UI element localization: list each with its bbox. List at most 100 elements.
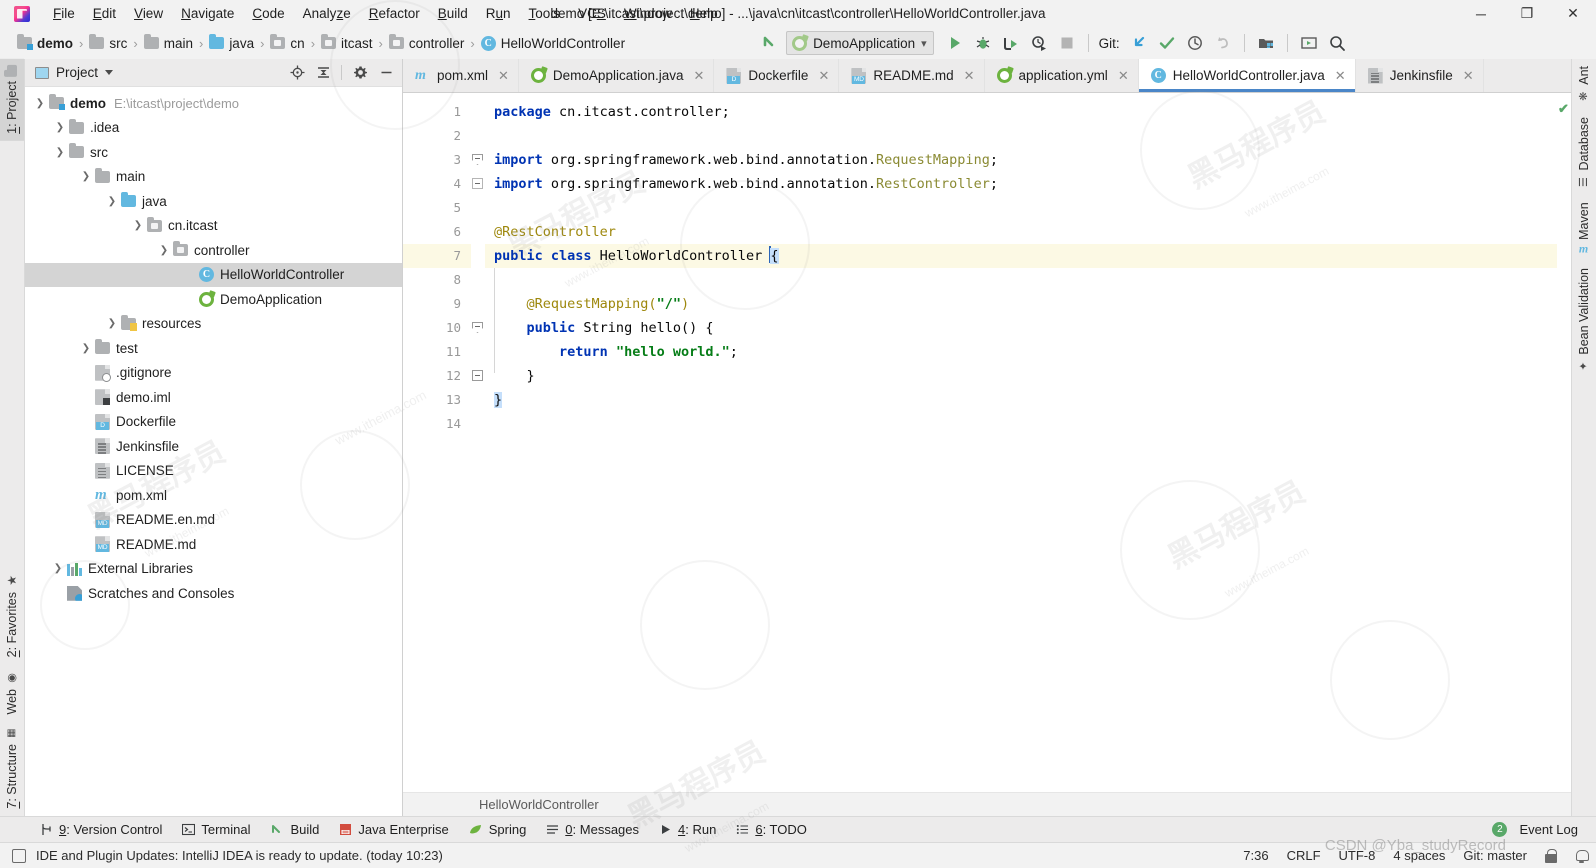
tree-item-test[interactable]: ❯ test (25, 336, 402, 361)
fold-imports[interactable] (471, 148, 485, 172)
menu-help[interactable]: Help (681, 3, 727, 24)
tree-item-demo-iml[interactable]: demo.iml (25, 385, 402, 410)
project-tree[interactable]: ❯ demo E:\itcast\project\demo ❯ .idea ❯ … (25, 87, 402, 816)
tree-item-src[interactable]: ❯ src (25, 140, 402, 165)
toolwindow-event-log[interactable]: 2 Event Log (1482, 819, 1578, 840)
profile-button[interactable] (1026, 31, 1052, 55)
run-with-coverage-button[interactable] (998, 31, 1024, 55)
git-branch[interactable]: Git: master (1463, 848, 1527, 863)
toolwindow-terminal[interactable]: Terminal (172, 819, 260, 840)
close-icon[interactable]: ✕ (694, 68, 705, 84)
chevron-down-icon[interactable]: ❯ (51, 147, 69, 158)
tab-helloworldcontroller-java[interactable]: C HelloWorldController.java ✕ (1138, 59, 1356, 92)
project-panel-title[interactable]: Project (35, 65, 114, 80)
tab-dockerfile[interactable]: D Dockerfile ✕ (714, 59, 840, 92)
search-everywhere-icon[interactable] (1324, 31, 1350, 55)
locate-icon[interactable] (285, 62, 309, 84)
fold-method[interactable] (471, 316, 485, 340)
toolwindow-todo[interactable]: 6: TODO (726, 819, 817, 840)
menu-run[interactable]: Run (477, 3, 520, 24)
chevron-right-icon[interactable]: ❯ (51, 122, 69, 133)
close-icon[interactable]: ✕ (1463, 68, 1474, 84)
code-editor[interactable]: 1 2 3 4 5 6 7 8 9 10 11 12 13 14 package… (403, 93, 1571, 792)
git-rollback-icon[interactable] (1210, 31, 1236, 55)
menu-edit[interactable]: Edit (84, 3, 125, 24)
menu-view[interactable]: View (125, 3, 172, 24)
toolwindow-build[interactable]: Build (260, 819, 329, 840)
chevron-right-icon[interactable]: ❯ (77, 343, 95, 354)
chevron-down-icon[interactable]: ❯ (103, 196, 121, 207)
indent-setting[interactable]: 4 spaces (1393, 848, 1445, 863)
menu-vcs[interactable]: VCS (569, 3, 615, 24)
tree-item-controller[interactable]: ❯ controller (25, 238, 402, 263)
close-icon[interactable]: ✕ (1335, 68, 1346, 84)
close-button[interactable]: ✕ (1550, 0, 1596, 27)
tab-demoapplication-java[interactable]: DemoApplication.java ✕ (518, 59, 715, 92)
stripe-button-web[interactable]: Web ◉ (0, 664, 24, 721)
toolwindow-version-control[interactable]: 9: Version Control (30, 819, 172, 840)
tree-item-external-libraries[interactable]: ❯ External Libraries (25, 557, 402, 582)
breadcrumb-src[interactable]: src (86, 34, 130, 53)
tree-item-demoapplication[interactable]: DemoApplication (25, 287, 402, 312)
code-folding-gutter[interactable] (471, 93, 485, 792)
breadcrumb-helloworldcontroller[interactable]: C HelloWorldController (478, 34, 628, 53)
chevron-right-icon[interactable]: ❯ (49, 563, 67, 574)
collapse-all-icon[interactable] (311, 62, 335, 84)
stripe-button-maven[interactable]: m Maven (1572, 195, 1596, 261)
tree-item-main[interactable]: ❯ main (25, 165, 402, 190)
run-configuration-selector[interactable]: DemoApplication ▾ (786, 31, 934, 55)
toolwindow-java-enterprise[interactable]: Java Enterprise (329, 819, 458, 840)
minimize-button[interactable]: ─ (1458, 0, 1504, 27)
notification-bell-icon[interactable] (1575, 849, 1589, 863)
tree-item-readme-en-md[interactable]: MD README.en.md (25, 508, 402, 533)
stripe-button-bean-validation[interactable]: ✦ Bean Validation (1572, 261, 1596, 380)
git-history-icon[interactable] (1182, 31, 1208, 55)
toolwindow-messages[interactable]: 0: Messages (536, 819, 649, 840)
line-separator[interactable]: CRLF (1287, 848, 1321, 863)
breadcrumb-cn[interactable]: cn (267, 34, 307, 53)
maximize-button[interactable]: ❐ (1504, 0, 1550, 27)
tree-item-license[interactable]: LICENSE (25, 459, 402, 484)
tab-pom-xml[interactable]: m pom.xml ✕ (403, 59, 519, 92)
breadcrumb-itcast[interactable]: itcast (318, 34, 376, 53)
settings-gear-icon[interactable] (348, 62, 372, 84)
menu-window[interactable]: Window (615, 3, 681, 24)
stripe-button-favorites[interactable]: 2: Favorites ★ (0, 566, 24, 664)
git-update-project-icon[interactable] (1126, 31, 1152, 55)
code-text[interactable]: package cn.itcast.controller; import org… (485, 93, 1557, 792)
toolwindow-spring[interactable]: Spring (459, 819, 537, 840)
tree-item-readme-md[interactable]: MD README.md (25, 532, 402, 557)
close-icon[interactable]: ✕ (964, 68, 975, 84)
chevron-right-icon[interactable]: ❯ (103, 318, 121, 329)
close-icon[interactable]: ✕ (498, 68, 509, 84)
close-icon[interactable]: ✕ (1118, 68, 1129, 84)
menu-build[interactable]: Build (429, 3, 477, 24)
menu-code[interactable]: Code (243, 3, 293, 24)
tree-item-java[interactable]: ❯ java (25, 189, 402, 214)
chevron-down-icon[interactable]: ❯ (31, 98, 49, 109)
stripe-button-database[interactable]: ☰ Database (1572, 110, 1596, 196)
lock-icon[interactable] (1545, 848, 1557, 863)
tab-jenkinsfile[interactable]: Jenkinsfile ✕ (1355, 59, 1484, 92)
tree-item-demo[interactable]: ❯ demo E:\itcast\project\demo (25, 91, 402, 116)
toolwindow-run[interactable]: 4: Run (649, 819, 726, 840)
tab-application-yml[interactable]: application.yml ✕ (984, 59, 1139, 92)
status-message[interactable]: IDE and Plugin Updates: IntelliJ IDEA is… (36, 848, 443, 863)
caret-position[interactable]: 7:36 (1243, 848, 1268, 863)
stripe-button-structure[interactable]: 7: Structure ▦ (0, 721, 24, 816)
chevron-down-icon[interactable]: ❯ (155, 245, 173, 256)
project-structure-icon[interactable] (1253, 31, 1279, 55)
hide-panel-icon[interactable] (374, 62, 398, 84)
tree-item-idea[interactable]: ❯ .idea (25, 116, 402, 141)
tree-item-pom-xml[interactable]: m pom.xml (25, 483, 402, 508)
tree-item-cn-itcast[interactable]: ❯ cn.itcast (25, 214, 402, 239)
menu-navigate[interactable]: Navigate (172, 3, 243, 24)
stripe-button-ant[interactable]: ❋ Ant (1572, 59, 1596, 110)
file-encoding[interactable]: UTF-8 (1339, 848, 1376, 863)
tree-item-jenkinsfile[interactable]: Jenkinsfile (25, 434, 402, 459)
preview-icon[interactable] (1296, 31, 1322, 55)
tree-item-scratches-and-consoles[interactable]: Scratches and Consoles (25, 581, 402, 606)
tab-readme-md[interactable]: MD README.md ✕ (839, 59, 985, 92)
back-arrow-icon[interactable] (756, 31, 782, 55)
stop-button[interactable] (1054, 31, 1080, 55)
